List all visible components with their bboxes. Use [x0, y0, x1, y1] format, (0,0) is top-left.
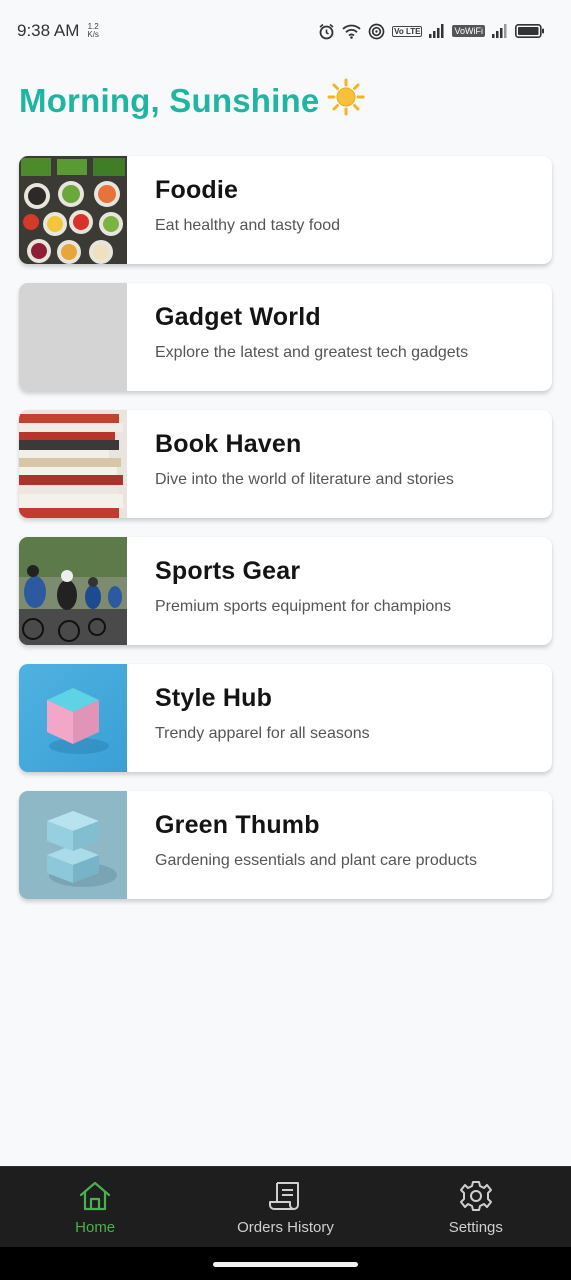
- card-text: Gadget World Explore the latest and grea…: [127, 283, 468, 391]
- greeting-heading: Morning, Sunshine: [19, 78, 365, 124]
- gray-placeholder-image: [19, 283, 127, 391]
- nav-item-orders-history[interactable]: Orders History: [190, 1178, 380, 1236]
- nav-label-orders-history: Orders History: [237, 1219, 334, 1236]
- category-card-foodie[interactable]: Foodie Eat healthy and tasty food: [19, 156, 552, 264]
- hotspot-icon: [368, 23, 385, 40]
- card-description: Premium sports equipment for champions: [155, 598, 452, 615]
- volte-badge: Vo LTE: [392, 25, 423, 37]
- category-card-style-hub[interactable]: Style Hub Trendy apparel for all seasons: [19, 664, 552, 772]
- system-navigation-bar: [0, 1247, 571, 1280]
- category-card-gadget-world[interactable]: Gadget World Explore the latest and grea…: [19, 283, 552, 391]
- book-stack-image: [19, 410, 127, 518]
- nav-label-settings: Settings: [448, 1219, 503, 1236]
- net-speed: 1.2 K/s: [87, 23, 99, 39]
- nav-item-settings[interactable]: Settings: [381, 1178, 571, 1236]
- card-description: Eat healthy and tasty food: [155, 217, 341, 234]
- receipt-icon: [268, 1180, 302, 1216]
- wifi-icon: [342, 24, 361, 39]
- card-text: Style Hub Trendy apparel for all seasons: [127, 664, 370, 772]
- vowifi-badge: VoWiFi: [452, 25, 485, 37]
- signal-icon: [429, 24, 445, 38]
- signal-icon-secondary: [492, 24, 508, 38]
- card-description: Trendy apparel for all seasons: [155, 725, 370, 742]
- card-title: Gadget World: [155, 303, 321, 331]
- card-text: Foodie Eat healthy and tasty food: [127, 156, 340, 264]
- net-speed-unit: K/s: [87, 30, 99, 39]
- card-title: Sports Gear: [155, 557, 301, 585]
- card-title: Book Haven: [155, 430, 302, 458]
- blue-cubes-image: [19, 791, 127, 899]
- status-bar: 9:38 AM 1.2 K/s Vo LTE VoWiFi: [0, 0, 571, 62]
- category-list: Foodie Eat healthy and tasty food Gadget…: [19, 156, 552, 918]
- status-icons: Vo LTE VoWiFi: [318, 23, 545, 40]
- card-description: Dive into the world of literature and st…: [155, 471, 454, 488]
- status-left: 9:38 AM 1.2 K/s: [17, 21, 99, 41]
- nav-label-home: Home: [75, 1219, 116, 1236]
- gear-icon: [459, 1180, 493, 1216]
- home-gesture-handle[interactable]: [213, 1262, 358, 1267]
- card-text: Green Thumb Gardening essentials and pla…: [127, 791, 477, 899]
- card-text: Book Haven Dive into the world of litera…: [127, 410, 454, 518]
- alarm-icon: [318, 23, 335, 40]
- vegetable-bowls-image: [19, 156, 127, 264]
- card-description: Gardening essentials and plant care prod…: [155, 852, 477, 869]
- card-title: Green Thumb: [155, 811, 320, 839]
- sun-icon: [327, 78, 365, 124]
- category-card-book-haven[interactable]: Book Haven Dive into the world of litera…: [19, 410, 552, 518]
- home-icon: [78, 1180, 112, 1216]
- category-card-sports-gear[interactable]: Sports Gear Premium sports equipment for…: [19, 537, 552, 645]
- status-time: 9:38 AM: [17, 21, 80, 40]
- nav-item-home[interactable]: Home: [0, 1178, 190, 1236]
- pink-cube-image: [19, 664, 127, 772]
- bottom-navigation: Home Orders History Settings: [0, 1166, 571, 1247]
- greeting-text: Morning, Sunshine: [19, 82, 320, 119]
- card-text: Sports Gear Premium sports equipment for…: [127, 537, 451, 645]
- cyclists-image: [19, 537, 127, 645]
- card-title: Style Hub: [155, 684, 273, 712]
- category-card-green-thumb[interactable]: Green Thumb Gardening essentials and pla…: [19, 791, 552, 899]
- card-description: Explore the latest and greatest tech gad…: [155, 344, 469, 361]
- battery-icon: [515, 24, 545, 38]
- card-title: Foodie: [155, 176, 239, 204]
